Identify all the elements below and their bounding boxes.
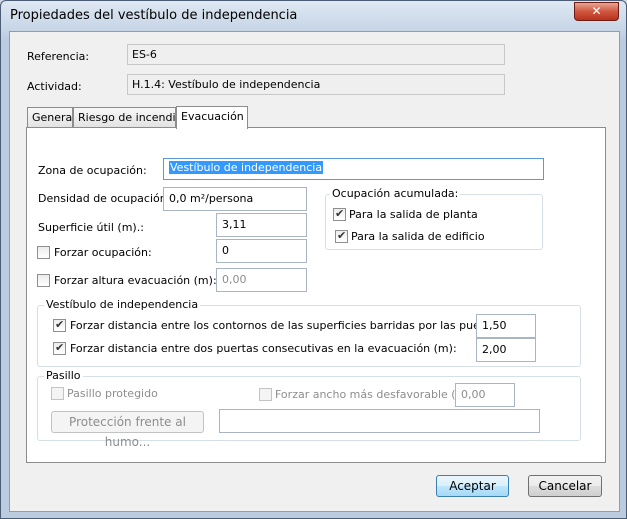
zona-ocupacion-input[interactable]: Vestíbulo de independencia xyxy=(163,158,544,180)
actividad-label: Actividad: xyxy=(27,80,82,93)
puertas-label: Forzar distancia entre dos puertas conse… xyxy=(70,342,457,355)
forzar-ancho-input[interactable]: 0,00 xyxy=(455,383,515,407)
forzar-ancho-checkbox[interactable] xyxy=(259,388,272,401)
pasillo-title: Pasillo xyxy=(44,369,83,382)
referencia-field: ES-6 xyxy=(127,44,505,65)
ocupacion-acumulada-title: Ocupación acumulada: xyxy=(330,187,461,200)
forzar-ocupacion-label: Forzar ocupación: xyxy=(54,246,152,259)
referencia-label: Referencia: xyxy=(27,50,90,63)
zona-ocupacion-value: Vestíbulo de independencia xyxy=(169,161,324,174)
aceptar-button[interactable]: Aceptar xyxy=(436,475,509,497)
forzar-altura-input[interactable]: 0,00 xyxy=(216,268,307,292)
salida-edificio-checkbox[interactable] xyxy=(335,229,348,243)
tab-evacuacion[interactable]: Evacuación xyxy=(176,106,248,129)
forzar-altura-label: Forzar altura evacuación (m): xyxy=(54,274,217,287)
forzar-ancho-label: Forzar ancho más desfavorable (m): xyxy=(275,388,475,401)
forzar-altura-checkbox[interactable] xyxy=(37,274,50,287)
salida-planta-checkbox[interactable] xyxy=(333,207,346,221)
tab-general[interactable]: General xyxy=(27,107,75,127)
contornos-checkbox[interactable] xyxy=(53,318,66,332)
salida-edificio-label: Para la salida de edificio xyxy=(351,230,485,243)
superficie-label: Superficie útil (m).: xyxy=(38,221,144,234)
puertas-input[interactable]: 2,00 xyxy=(476,338,536,362)
pasillo-protegido-checkbox[interactable] xyxy=(51,387,64,400)
superficie-input[interactable]: 3,11 xyxy=(216,213,307,237)
forzar-ocupacion-checkbox[interactable] xyxy=(37,246,50,259)
pasillo-protegido-label: Pasillo protegido xyxy=(67,387,158,400)
contornos-input[interactable]: 1,50 xyxy=(476,314,536,338)
contornos-label: Forzar distancia entre los contornos de … xyxy=(70,319,528,332)
zona-ocupacion-label: Zona de ocupación: xyxy=(38,164,147,177)
salida-planta-label: Para la salida de planta xyxy=(349,208,478,221)
puertas-checkbox[interactable] xyxy=(53,341,66,355)
densidad-input[interactable]: 0,0 m²/persona xyxy=(163,187,307,211)
tab-riesgo-de-incendio[interactable]: Riesgo de incendio xyxy=(73,107,182,127)
close-icon[interactable]: ✕ xyxy=(574,2,619,21)
proteccion-humo-button[interactable]: Protección frente al humo... xyxy=(51,411,204,449)
window-title: Propiedades del vestíbulo de independenc… xyxy=(10,8,298,23)
vestibulo-title: Vestíbulo de independencia xyxy=(44,298,201,311)
cancelar-button[interactable]: Cancelar xyxy=(528,475,602,497)
proteccion-humo-field[interactable] xyxy=(219,409,540,433)
actividad-field: H.1.4: Vestíbulo de independencia xyxy=(127,74,505,95)
title-bar[interactable]: Propiedades del vestíbulo de independenc… xyxy=(1,1,626,31)
forzar-ocupacion-input[interactable]: 0 xyxy=(216,239,307,263)
densidad-label: Densidad de ocupación: xyxy=(38,192,171,205)
